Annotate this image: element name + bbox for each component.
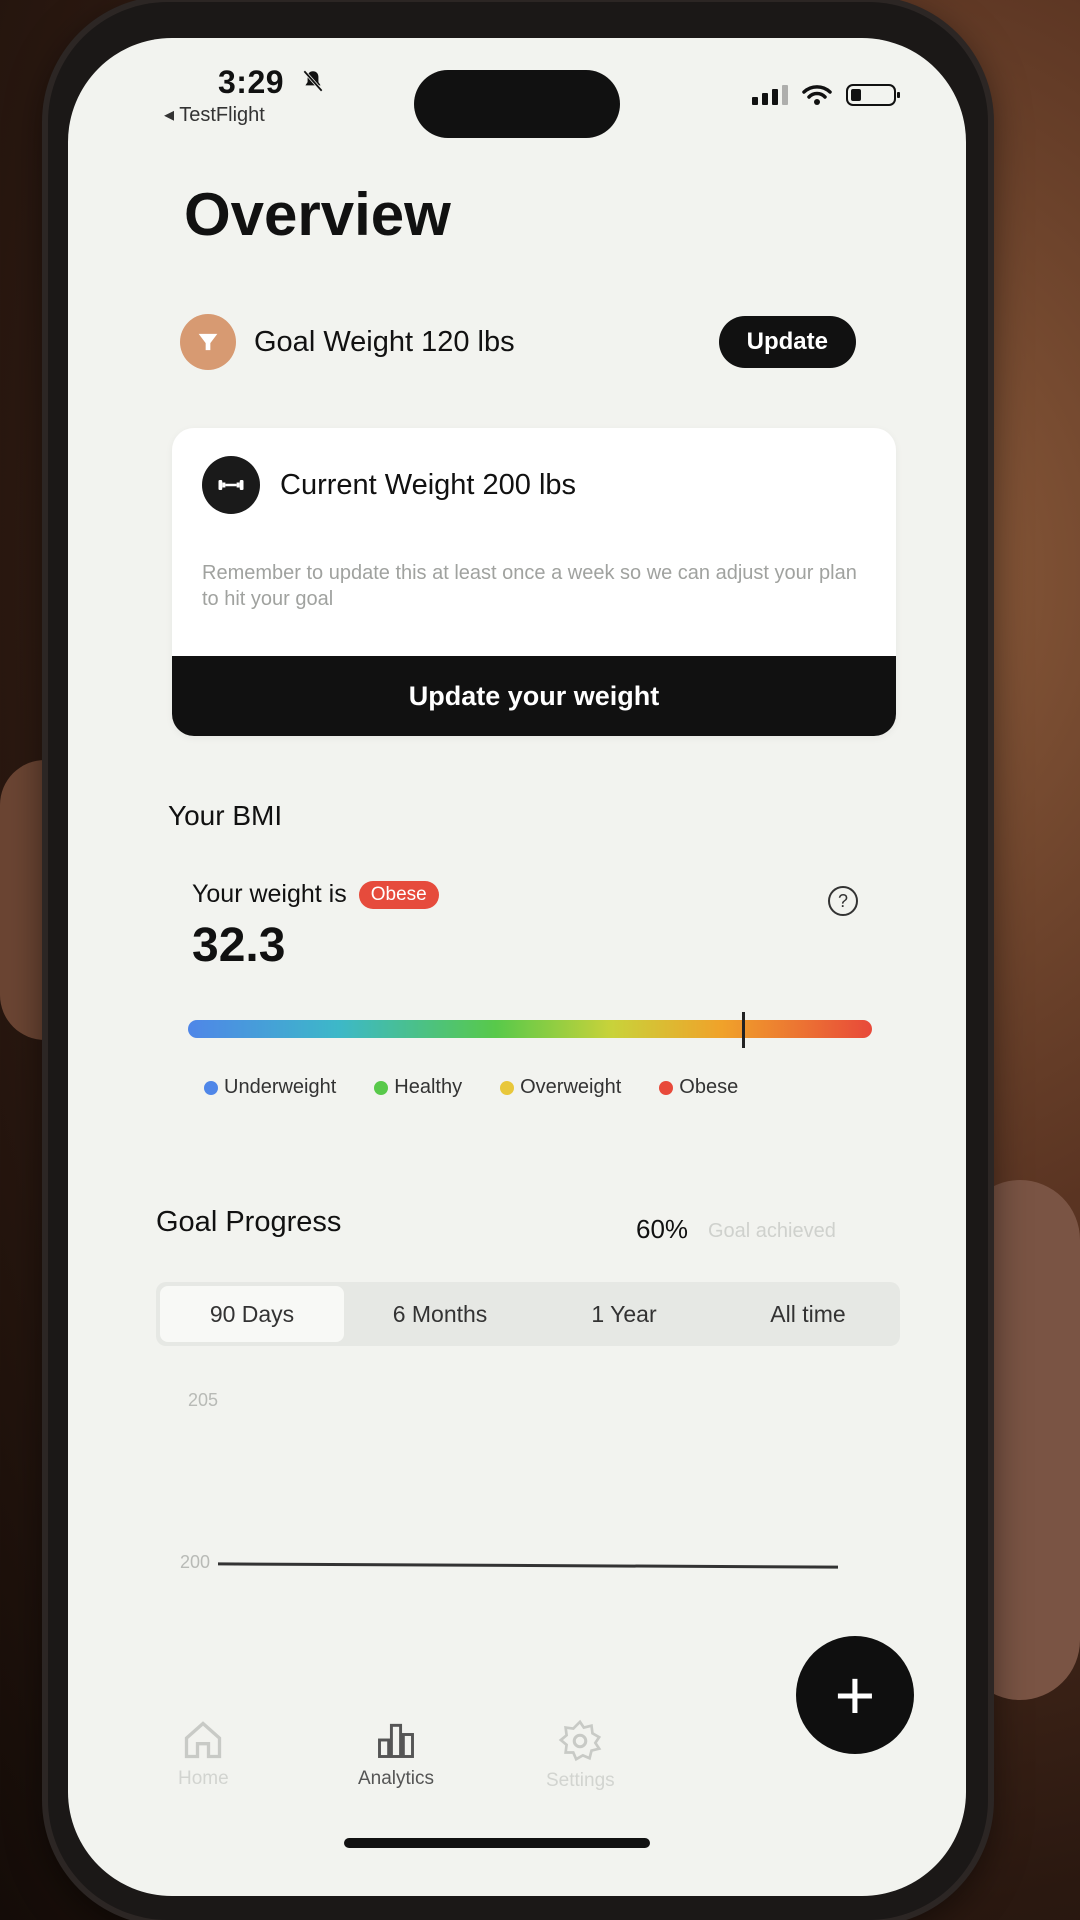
goal-weight-row: Goal Weight 120 lbs Update bbox=[180, 312, 856, 372]
update-weight-button[interactable]: Update your weight bbox=[172, 656, 896, 736]
update-goal-button[interactable]: Update bbox=[718, 316, 856, 368]
nav-settings[interactable]: Settings bbox=[546, 1718, 615, 1792]
bmi-legend: Underweight Healthy Overweight Obese bbox=[204, 1076, 738, 1099]
legend-label: Underweight bbox=[224, 1076, 337, 1098]
bmi-marker bbox=[742, 1012, 746, 1048]
legend-dot bbox=[500, 1080, 515, 1095]
battery-icon bbox=[846, 84, 900, 106]
dumbbell-icon bbox=[202, 456, 260, 514]
goal-weight-text: Goal Weight 120 lbs bbox=[254, 325, 515, 358]
nav-home-label: Home bbox=[178, 1768, 229, 1789]
time-range-tabs: 90 Days 6 Months 1 Year All time bbox=[156, 1282, 900, 1346]
nav-analytics-label: Analytics bbox=[358, 1768, 435, 1789]
bmi-label-row: Your weight is Obese bbox=[192, 880, 439, 909]
trophy-icon bbox=[180, 314, 236, 370]
legend-label: Overweight bbox=[520, 1076, 622, 1098]
bmi-card: Your weight is Obese ? 32.3 Underweight H… bbox=[168, 874, 900, 1134]
legend-label: Healthy bbox=[394, 1076, 463, 1098]
legend-dot bbox=[204, 1080, 218, 1095]
bmi-scale-bar bbox=[188, 1012, 872, 1048]
bottom-nav: Home Analytics Settings bbox=[128, 1678, 908, 1798]
dynamic-island bbox=[414, 70, 620, 138]
home-icon bbox=[185, 1721, 222, 1759]
phone-frame: 3:29 ◂ TestFlight Overview Goal Weight 1… bbox=[48, 2, 988, 1920]
wifi-icon bbox=[802, 85, 832, 105]
legend-dot bbox=[659, 1080, 674, 1095]
status-badge: Obese bbox=[358, 880, 439, 909]
legend-dot bbox=[374, 1080, 389, 1095]
current-weight-row: Current Weight 200 lbs bbox=[202, 456, 576, 514]
bar-chart-icon bbox=[378, 1723, 414, 1758]
tab-90-days[interactable]: 90 Days bbox=[160, 1286, 344, 1342]
y-tick-label: 200 bbox=[180, 1552, 211, 1572]
tab-1-year[interactable]: 1 Year bbox=[532, 1282, 716, 1346]
app-screen: 3:29 ◂ TestFlight Overview Goal Weight 1… bbox=[68, 38, 966, 1896]
y-tick-label: 205 bbox=[188, 1390, 219, 1410]
tab-all-time[interactable]: All time bbox=[716, 1282, 900, 1346]
bmi-label: Your weight is bbox=[192, 880, 347, 908]
help-icon[interactable]: ? bbox=[828, 886, 858, 916]
legend-item-overweight: Overweight bbox=[500, 1076, 621, 1099]
bmi-value: 32.3 bbox=[192, 919, 286, 972]
signal-icon bbox=[752, 85, 788, 105]
legend-item-obese: Obese bbox=[659, 1076, 738, 1099]
status-time: 3:29 bbox=[218, 64, 285, 100]
nav-settings-label: Settings bbox=[546, 1770, 615, 1791]
tab-6-months[interactable]: 6 Months bbox=[348, 1282, 532, 1346]
weight-trend-line bbox=[217, 1562, 839, 1569]
nav-analytics[interactable]: Analytics bbox=[358, 1718, 434, 1790]
add-entry-button[interactable]: + bbox=[796, 1636, 914, 1754]
current-weight-card: Current Weight 200 lbs Remember to updat… bbox=[172, 428, 896, 736]
gear-icon bbox=[559, 1719, 602, 1762]
goal-progress-percent: 60% bbox=[636, 1214, 689, 1244]
update-reminder-text: Remember to update this at least once a … bbox=[202, 562, 857, 610]
testflight-back-link[interactable]: ◂ TestFlight bbox=[164, 102, 265, 127]
legend-item-healthy: Healthy bbox=[374, 1076, 462, 1099]
status-indicators bbox=[752, 84, 900, 106]
page-title: Overview bbox=[184, 181, 451, 248]
goal-progress-heading: Goal Progress bbox=[156, 1206, 342, 1238]
bell-muted-icon bbox=[303, 70, 323, 92]
legend-item-underweight: Underweight bbox=[204, 1076, 336, 1099]
legend-label: Obese bbox=[679, 1076, 739, 1098]
nav-home[interactable]: Home bbox=[178, 1718, 229, 1790]
current-weight-text: Current Weight 200 lbs bbox=[280, 468, 577, 501]
bmi-heading: Your BMI bbox=[168, 800, 283, 831]
goal-achieved-label: Goal achieved bbox=[708, 1220, 836, 1242]
home-indicator bbox=[344, 1838, 650, 1848]
